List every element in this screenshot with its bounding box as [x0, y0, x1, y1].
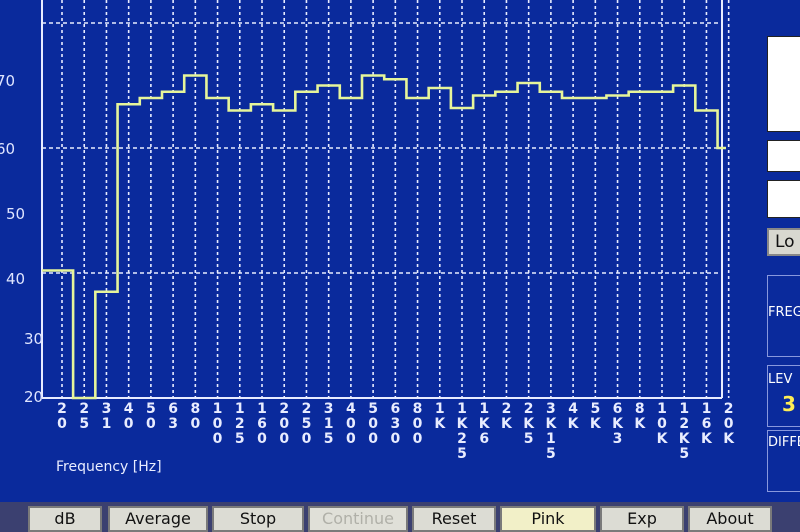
x-tick-label: 1 K 2 5 — [456, 401, 468, 462]
x-tick-label: 1 K 6 — [478, 401, 490, 447]
x-tick-label: 2 K — [501, 401, 512, 432]
x-tick-label: 5 0 0 — [368, 401, 378, 447]
average-button[interactable]: Average — [108, 506, 208, 532]
x-tick-label: 1 0 0 — [212, 401, 223, 447]
x-tick-label: 2 K 5 — [523, 401, 535, 447]
pink-button[interactable]: Pink — [500, 506, 596, 532]
difference-caption: DIFFER — [768, 435, 800, 450]
x-tick-label: 4 0 — [123, 401, 134, 432]
x-tick-label: 2 0 0 — [279, 401, 290, 447]
x-tick-label: 8 K — [634, 401, 646, 432]
x-tick-label: 2 5 — [79, 401, 90, 432]
x-tick-label: 2 5 0 — [301, 401, 312, 447]
level-value: 3 — [782, 392, 796, 416]
x-tick-label: 1 6 K — [701, 401, 712, 447]
right-control-panel: Lo — [745, 0, 800, 500]
x-tick-label: 1 2 K 5 — [678, 401, 690, 462]
x-tick-label: 5 K — [589, 401, 601, 432]
x-axis-title: Frequency [Hz] — [56, 459, 162, 475]
x-tick-label: 1 0 K — [656, 401, 668, 447]
y-tick-label: 70 — [0, 72, 16, 90]
y-tick-label: 40 — [6, 270, 26, 288]
continue-button[interactable]: Continue — [308, 506, 408, 532]
x-tick-label: 4 K — [567, 401, 579, 432]
level-caption: LEV — [768, 372, 793, 387]
x-tick-label: 8 0 — [190, 401, 201, 432]
x-tick-label: 3 1 — [101, 401, 112, 432]
about-button[interactable]: About — [688, 506, 772, 532]
right-panel-display-2 — [767, 140, 800, 172]
x-tick-label: 5 0 — [146, 401, 156, 432]
exp-button[interactable]: Exp — [600, 506, 684, 532]
y-tick-label: 30 — [24, 330, 44, 348]
db-button[interactable]: dB — [28, 506, 102, 532]
x-tick-label: 3 1 5 — [323, 401, 334, 447]
right-panel-display-3 — [767, 180, 800, 218]
stop-button[interactable]: Stop — [212, 506, 304, 532]
x-tick-label: 8 0 0 — [412, 401, 423, 447]
x-tick-label: 1 K — [434, 401, 446, 432]
x-tick-label: 6 K 3 — [612, 401, 623, 447]
spectrum-trace — [42, 74, 726, 400]
x-tick-label: 2 0 — [57, 401, 67, 432]
x-tick-label: 6 3 — [168, 401, 178, 432]
analyzer-screen: 20 30 40 50 60 70 2 0 2 5 3 1 4 0 5 0 6 3 8 0 1 0 0 1… — [0, 0, 800, 532]
x-tick-label: 4 0 0 — [346, 401, 356, 447]
x-tick-label: 1 2 5 — [234, 401, 245, 447]
y-tick-label: 20 — [24, 388, 44, 406]
reset-button[interactable]: Reset — [412, 506, 496, 532]
x-tick-label: 2 0 K — [723, 401, 735, 447]
y-tick-label: 60 — [0, 140, 16, 158]
x-tick-label: 6 3 0 — [390, 401, 401, 447]
x-tick-label: 1 6 0 — [257, 401, 267, 447]
right-panel-display-1 — [767, 36, 800, 132]
x-tick-label: 3 K 1 5 — [545, 401, 557, 462]
frequency-caption: FREG — [768, 305, 800, 320]
lo-button[interactable]: Lo — [767, 228, 800, 256]
y-tick-label: 50 — [6, 205, 26, 223]
